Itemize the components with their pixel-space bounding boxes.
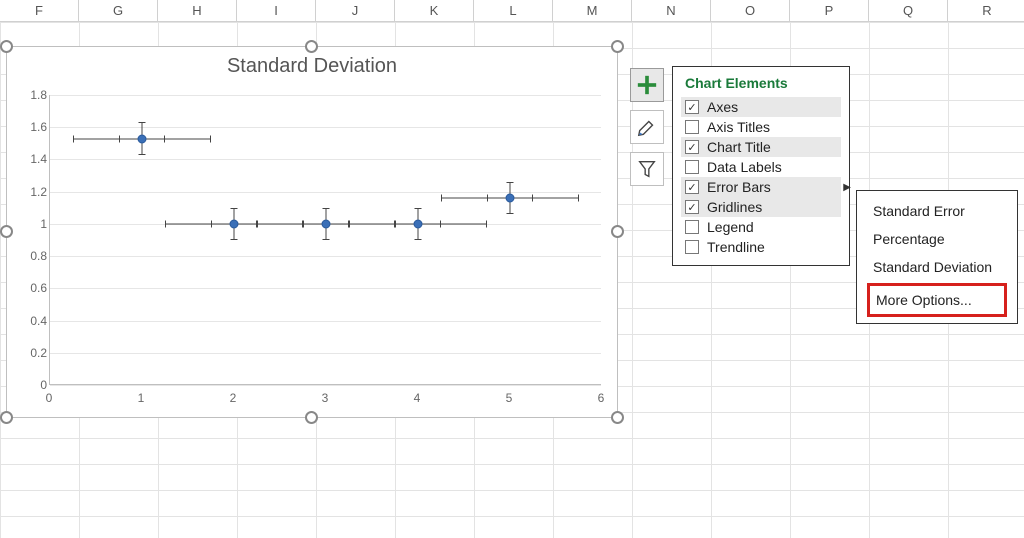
y-tick-label: 1.2 — [17, 185, 47, 199]
checkbox[interactable]: ✓ — [685, 200, 699, 214]
chart-element-item-axis-titles[interactable]: Axis Titles — [681, 117, 841, 137]
flyout-title: Chart Elements — [685, 75, 837, 91]
x-tick-label: 0 — [46, 391, 53, 405]
chart-element-label: Trendline — [707, 239, 765, 255]
column-header-H[interactable]: H — [158, 0, 237, 21]
x-tick-label: 3 — [322, 391, 329, 405]
plot-area[interactable] — [49, 95, 601, 385]
checkbox[interactable]: ✓ — [685, 180, 699, 194]
resize-handle-s[interactable] — [305, 411, 318, 424]
data-point[interactable] — [506, 194, 515, 203]
brush-icon — [636, 116, 658, 138]
chart-element-item-error-bars[interactable]: ✓Error Bars▶ — [681, 177, 841, 197]
chart-element-item-trendline[interactable]: Trendline — [681, 237, 841, 257]
chart-element-label: Axes — [707, 99, 738, 115]
resize-handle-se[interactable] — [611, 411, 624, 424]
column-header-I[interactable]: I — [237, 0, 316, 21]
data-point[interactable] — [414, 219, 423, 228]
column-headers: FGHIJKLMNOPQR — [0, 0, 1024, 22]
resize-handle-e[interactable] — [611, 225, 624, 238]
plus-icon — [636, 74, 658, 96]
resize-handle-ne[interactable] — [611, 40, 624, 53]
chart-element-item-axes[interactable]: ✓ Axes — [681, 97, 841, 117]
checkbox[interactable] — [685, 240, 699, 254]
gridline — [50, 353, 601, 354]
checkbox[interactable]: ✓ — [685, 140, 699, 154]
chart-element-label: Gridlines — [707, 199, 762, 215]
chart-elements-flyout: Chart Elements ✓ Axes Axis Titles ✓ Chart Ti… — [672, 66, 850, 266]
gridline — [50, 288, 601, 289]
y-tick-label: 0.8 — [17, 249, 47, 263]
y-tick-label: 0.6 — [17, 281, 47, 295]
checkbox[interactable]: ✓ — [685, 100, 699, 114]
resize-handle-sw[interactable] — [0, 411, 13, 424]
chart-element-item-data-labels[interactable]: Data Labels — [681, 157, 841, 177]
checkbox[interactable] — [685, 160, 699, 174]
chart-object[interactable]: Standard Deviation 00.20.40.60.811.21.41… — [6, 46, 618, 418]
x-tick-label: 1 — [138, 391, 145, 405]
x-tick-label: 6 — [598, 391, 605, 405]
checkbox[interactable] — [685, 220, 699, 234]
chart-element-item-chart-title[interactable]: ✓ Chart Title — [681, 137, 841, 157]
x-tick-label: 4 — [414, 391, 421, 405]
gridline — [50, 159, 601, 160]
y-tick-label: 1 — [17, 217, 47, 231]
resize-handle-nw[interactable] — [0, 40, 13, 53]
column-header-J[interactable]: J — [316, 0, 395, 21]
x-tick-label: 5 — [506, 391, 513, 405]
chart-filters-button[interactable] — [630, 152, 664, 186]
column-header-Q[interactable]: Q — [869, 0, 948, 21]
chart-element-item-legend[interactable]: Legend — [681, 217, 841, 237]
plot-wrap: 00.20.40.60.811.21.41.61.80123456 — [17, 95, 605, 383]
gridline — [50, 95, 601, 96]
y-tick-label: 1.8 — [17, 88, 47, 102]
checkbox[interactable] — [685, 120, 699, 134]
gridline — [50, 192, 601, 193]
resize-handle-n[interactable] — [305, 40, 318, 53]
column-header-L[interactable]: L — [474, 0, 553, 21]
column-header-G[interactable]: G — [79, 0, 158, 21]
data-point[interactable] — [230, 219, 239, 228]
chart-element-label: Axis Titles — [707, 119, 770, 135]
column-header-N[interactable]: N — [632, 0, 711, 21]
column-header-K[interactable]: K — [395, 0, 474, 21]
gridline — [50, 321, 601, 322]
error-bar-option-percentage[interactable]: Percentage — [867, 225, 1007, 253]
spreadsheet-viewport: FGHIJKLMNOPQR Standard Deviation 0 0.2 0.4… — [0, 0, 1024, 538]
column-header-R[interactable]: R — [948, 0, 1024, 21]
column-header-P[interactable]: P — [790, 0, 869, 21]
chart-element-label: Data Labels — [707, 159, 782, 175]
error-bar-option-standard-deviation[interactable]: Standard Deviation — [867, 253, 1007, 281]
data-point[interactable] — [322, 219, 331, 228]
error-bar-option-standard-error[interactable]: Standard Error — [867, 197, 1007, 225]
x-tick-label: 2 — [230, 391, 237, 405]
resize-handle-w[interactable] — [0, 225, 13, 238]
error-bar-option-more-options-[interactable]: More Options... — [867, 283, 1007, 317]
filter-icon — [636, 158, 658, 180]
gridline — [50, 385, 601, 386]
column-header-M[interactable]: M — [553, 0, 632, 21]
y-tick-label: 0 — [17, 378, 47, 392]
column-header-O[interactable]: O — [711, 0, 790, 21]
chevron-right-icon: ▶ — [843, 182, 851, 193]
y-tick-label: 1.4 — [17, 152, 47, 166]
chart-elements-button[interactable] — [630, 68, 664, 102]
y-tick-label: 0.4 — [17, 314, 47, 328]
chart-element-label: Error Bars — [707, 179, 771, 195]
y-tick-label: 1.6 — [17, 120, 47, 134]
chart-element-label: Chart Title — [707, 139, 771, 155]
gridline — [50, 256, 601, 257]
y-tick-label: 0.2 — [17, 346, 47, 360]
error-bars-subflyout: Standard ErrorPercentageStandard Deviati… — [856, 190, 1018, 324]
gridline — [50, 127, 601, 128]
column-header-F[interactable]: F — [0, 0, 79, 21]
chart-element-label: Legend — [707, 219, 754, 235]
data-point[interactable] — [138, 134, 147, 143]
chart-element-item-gridlines[interactable]: ✓ Gridlines — [681, 197, 841, 217]
chart-styles-button[interactable] — [630, 110, 664, 144]
